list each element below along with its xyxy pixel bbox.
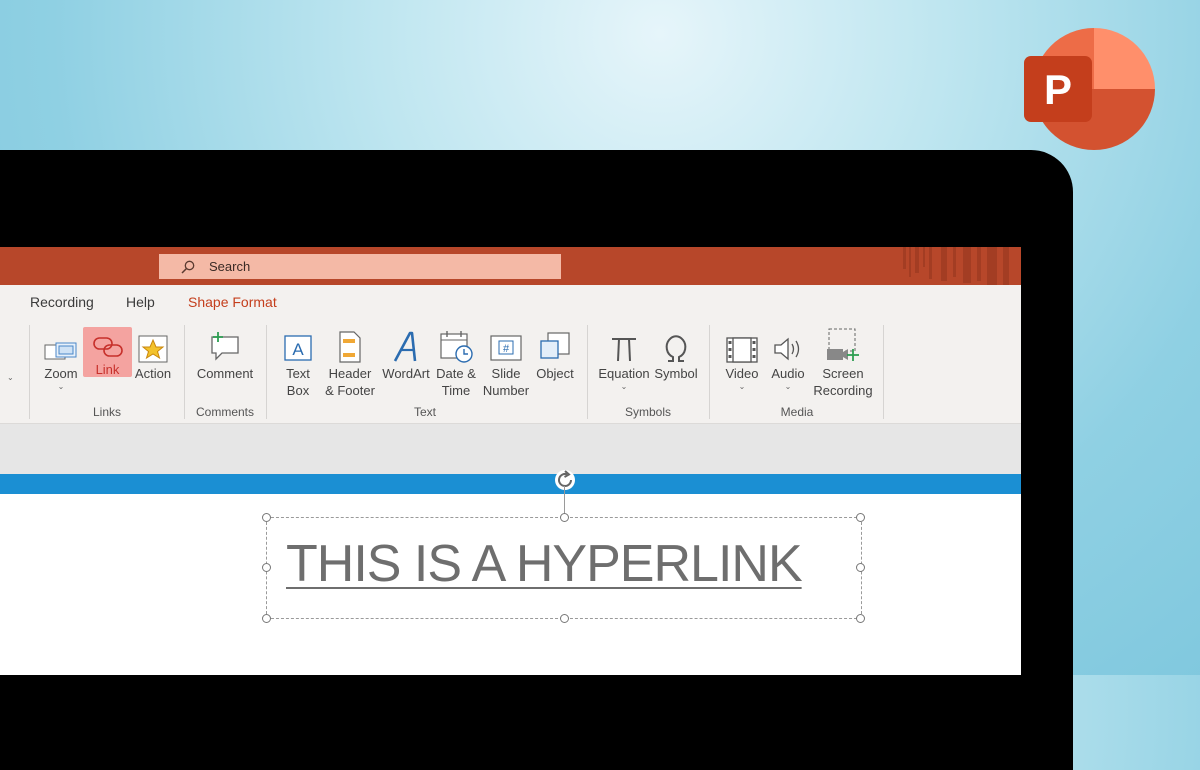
resize-handle[interactable] — [262, 513, 271, 522]
date-time-label-2: Time — [441, 383, 471, 398]
object-label: Object — [536, 366, 574, 381]
hyperlink-text[interactable]: THIS IS A HYPERLINK — [286, 534, 803, 594]
group-separator — [29, 325, 30, 419]
resize-handle[interactable] — [856, 614, 865, 623]
title-bar: Search — [0, 247, 1021, 285]
search-icon — [181, 260, 195, 274]
chevron-down-icon: ⌄ — [57, 382, 65, 391]
powerpoint-window: Search Recording Help Shape Format ⌄ Zoo… — [0, 247, 1021, 675]
slide-number-label-2: Number — [482, 383, 530, 398]
audio-button[interactable]: Audio ⌄ — [766, 323, 810, 392]
equation-button[interactable]: Equation ⌄ — [596, 323, 652, 392]
resize-handle[interactable] — [856, 563, 865, 572]
date-time-label: Date & — [436, 366, 476, 381]
screen-recording-button[interactable]: Screen Recording — [810, 323, 876, 399]
resize-handle[interactable] — [262, 563, 271, 572]
comment-label: Comment — [196, 366, 254, 381]
chevron-down-icon: ⌄ — [784, 382, 792, 391]
group-separator — [266, 325, 267, 419]
wordart-label: WordArt — [382, 366, 430, 381]
header-footer-label-2: & Footer — [325, 383, 375, 398]
video-label: Video — [725, 366, 759, 381]
equation-label: Equation — [598, 366, 650, 381]
screen-recording-icon — [827, 328, 859, 361]
wordart-button[interactable]: WordArt — [379, 323, 433, 382]
header-footer-label: Header — [328, 366, 372, 381]
slide-number-button[interactable]: # Slide Number — [480, 323, 532, 399]
group-separator — [709, 325, 710, 419]
search-box[interactable]: Search — [159, 254, 561, 279]
screen-recording-label-2: Recording — [813, 383, 873, 398]
calendar-clock-icon — [440, 331, 473, 363]
rotate-handle-stem — [564, 486, 565, 516]
symbol-label: Symbol — [654, 366, 698, 381]
action-label: Action — [134, 366, 172, 381]
text-box-label-2: Box — [286, 383, 310, 398]
resize-handle[interactable] — [856, 513, 865, 522]
link-button[interactable]: Link — [83, 327, 132, 377]
group-label-text: Text — [413, 405, 436, 419]
screen-recording-label: Screen — [822, 366, 864, 381]
chevron-down-icon: ⌄ — [620, 382, 628, 391]
comment-icon — [211, 332, 239, 361]
header-footer-icon — [339, 331, 361, 363]
omega-icon — [665, 335, 687, 362]
tab-recording[interactable]: Recording — [30, 294, 94, 310]
audio-label: Audio — [771, 366, 805, 381]
powerpoint-logo: P — [1024, 28, 1156, 150]
slide-number-icon: # — [490, 335, 522, 361]
selected-slide-band — [0, 474, 1021, 494]
group-label-symbols: Symbols — [624, 405, 671, 419]
text-box-label: Text — [286, 366, 310, 381]
svg-text:#: # — [503, 343, 510, 355]
group-label-links: Links — [92, 405, 121, 419]
chevron-down-icon: ⌄ — [738, 382, 746, 391]
comment-button[interactable]: Comment — [193, 323, 257, 382]
svg-text:A: A — [292, 340, 304, 359]
search-placeholder: Search — [209, 259, 251, 274]
zoom-button[interactable]: Zoom ⌄ — [40, 323, 82, 392]
video-button[interactable]: Video ⌄ — [720, 323, 764, 392]
svg-text:P: P — [1044, 66, 1072, 113]
resize-handle[interactable] — [560, 513, 569, 522]
resize-handle[interactable] — [560, 614, 569, 623]
titlebar-decoration — [903, 247, 1009, 285]
ribbon-tabs: Recording Help Shape Format — [0, 285, 1021, 319]
object-icon — [540, 332, 570, 359]
ribbon-scroll-caret[interactable]: ⌄ — [7, 373, 14, 383]
group-separator — [883, 325, 884, 419]
wordart-icon — [393, 331, 417, 362]
laptop-bezel: Search Recording Help Shape Format ⌄ Zoo… — [0, 150, 1073, 770]
date-time-button[interactable]: Date & Time — [433, 323, 479, 399]
link-label: Link — [95, 362, 120, 377]
link-chain-icon — [92, 337, 123, 357]
slide-number-label: Slide — [491, 366, 521, 381]
action-button[interactable]: Action — [133, 323, 173, 382]
text-box-icon: A — [284, 335, 312, 361]
zoom-label: Zoom — [44, 366, 78, 381]
resize-handle[interactable] — [262, 614, 271, 623]
pi-icon — [612, 338, 636, 362]
symbol-button[interactable]: Symbol — [653, 323, 699, 382]
group-separator — [587, 325, 588, 419]
rotate-handle-icon[interactable] — [553, 468, 577, 492]
tab-help[interactable]: Help — [126, 294, 155, 310]
tab-shape-format[interactable]: Shape Format — [188, 294, 277, 310]
group-label-comments: Comments — [195, 405, 254, 419]
film-icon — [726, 337, 758, 363]
star-action-icon — [138, 335, 168, 363]
group-label-media: Media — [780, 405, 814, 419]
header-footer-button[interactable]: Header & Footer — [321, 323, 379, 399]
speaker-icon — [774, 337, 800, 361]
object-button[interactable]: Object — [533, 323, 577, 382]
group-separator — [184, 325, 185, 419]
zoom-icon — [44, 342, 77, 360]
ribbon-insert: ⌄ Zoom ⌄ Link Action Links Comment Comme… — [0, 319, 1021, 424]
text-box-button[interactable]: A Text Box — [278, 323, 318, 399]
canvas-background — [0, 424, 1021, 474]
